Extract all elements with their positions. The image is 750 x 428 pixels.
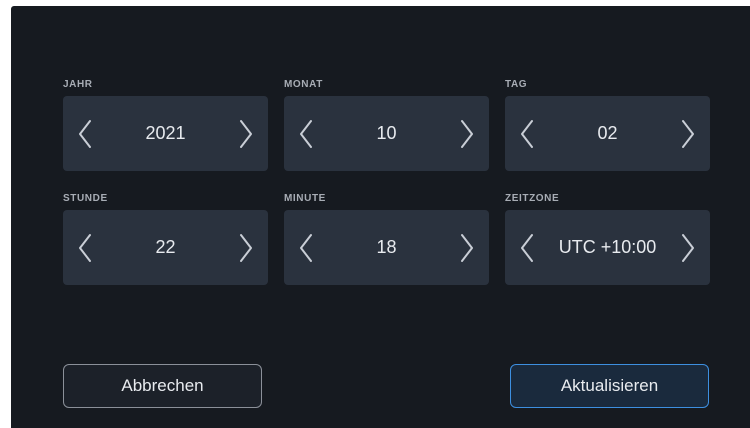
- hour-stepper: 22: [63, 210, 268, 285]
- timezone-decrement-chevron-left-icon[interactable]: [505, 210, 549, 285]
- day-label: TAG: [505, 79, 528, 90]
- minute-value: 18: [376, 237, 397, 257]
- year-stepper: 2021: [63, 96, 268, 171]
- year-increment-chevron-right-icon[interactable]: [224, 96, 268, 171]
- minute-label: MINUTE: [284, 193, 326, 204]
- hour-value: 22: [155, 237, 176, 257]
- month-increment-chevron-right-icon[interactable]: [445, 96, 489, 171]
- timezone-label: ZEITZONE: [505, 193, 560, 204]
- update-button[interactable]: Aktualisieren: [510, 364, 709, 408]
- year-value: 2021: [145, 123, 186, 143]
- timezone-increment-chevron-right-icon[interactable]: [666, 210, 710, 285]
- minute-stepper: 18: [284, 210, 489, 285]
- month-label: MONAT: [284, 79, 323, 90]
- year-label: JAHR: [63, 79, 93, 90]
- day-stepper: 02: [505, 96, 710, 171]
- day-decrement-chevron-left-icon[interactable]: [505, 96, 549, 171]
- month-stepper: 10: [284, 96, 489, 171]
- year-decrement-chevron-left-icon[interactable]: [63, 96, 107, 171]
- update-button-label: Aktualisieren: [560, 376, 659, 395]
- cancel-button[interactable]: Abbrechen: [63, 364, 262, 408]
- timezone-stepper: UTC +10:00: [505, 210, 710, 285]
- hour-increment-chevron-right-icon[interactable]: [224, 210, 268, 285]
- date-time-settings-panel: JAHR 2021 MONAT 10 TAG 02 STUNDE 22 MINU…: [11, 6, 750, 428]
- timezone-value: UTC +10:00: [558, 237, 657, 257]
- day-value: 02: [597, 123, 618, 143]
- minute-decrement-chevron-left-icon[interactable]: [284, 210, 328, 285]
- hour-label: STUNDE: [63, 193, 108, 204]
- day-increment-chevron-right-icon[interactable]: [666, 96, 710, 171]
- hour-decrement-chevron-left-icon[interactable]: [63, 210, 107, 285]
- month-value: 10: [376, 123, 397, 143]
- cancel-button-label: Abbrechen: [121, 376, 204, 395]
- minute-increment-chevron-right-icon[interactable]: [445, 210, 489, 285]
- month-decrement-chevron-left-icon[interactable]: [284, 96, 328, 171]
